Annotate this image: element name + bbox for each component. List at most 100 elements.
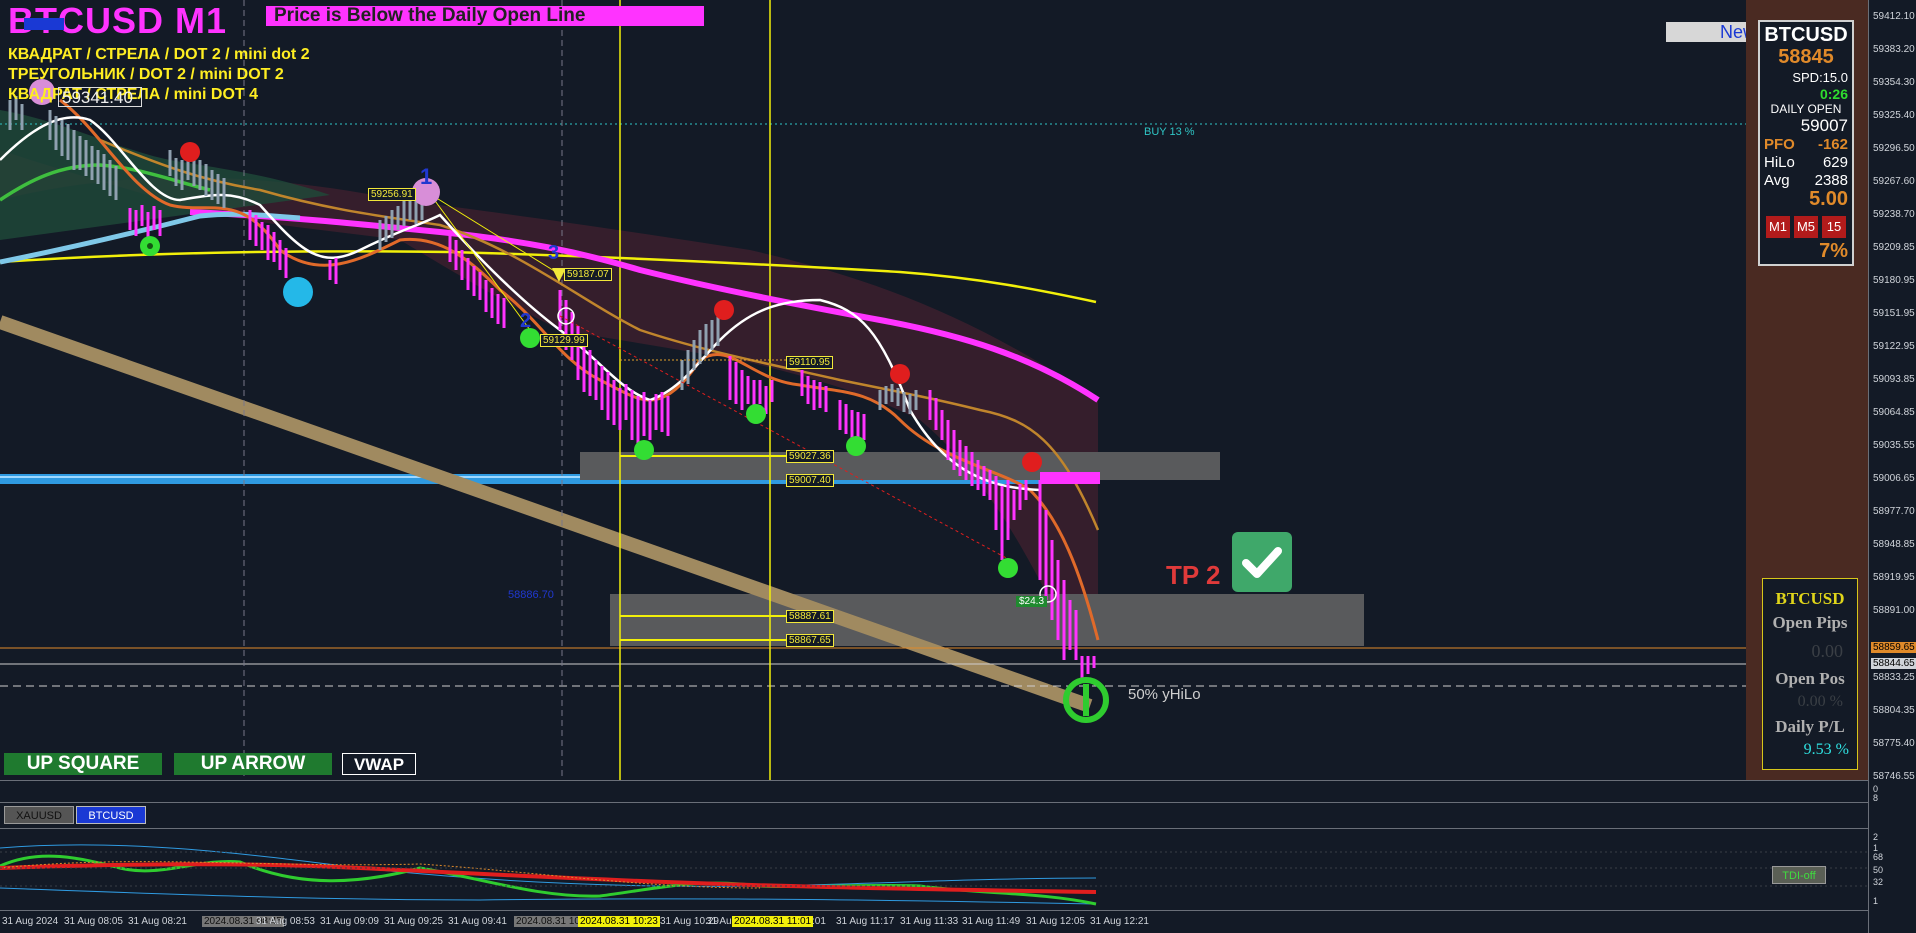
price-tick: 58746.55: [1873, 771, 1915, 782]
up-square-button[interactable]: UP SQUARE: [4, 753, 162, 775]
sell-dot: [1022, 452, 1042, 472]
price-tick: 58948.85: [1873, 539, 1915, 550]
price-tick: 59064.85: [1873, 407, 1915, 418]
timeframe-m1-button[interactable]: M1: [1766, 216, 1790, 238]
info-hilo: 629: [1822, 154, 1848, 171]
price-axis: 59412.10 59383.20 59354.30 59325.40 5929…: [1868, 0, 1916, 933]
time-tick: 31 Aug 09:09: [320, 916, 379, 927]
time-tick: :01: [812, 916, 826, 927]
price-marker-cluster: [1040, 472, 1100, 484]
trading-terminal: 58886.70 BTCUSD M1 Price is Below the Da…: [0, 0, 1916, 933]
time-tick: 31 Aug 12:21: [1090, 916, 1149, 927]
price-tick: 59006.65: [1873, 473, 1915, 484]
price-tick: 59122.95: [1873, 341, 1915, 352]
price-tick: 59267.60: [1873, 176, 1915, 187]
orange-level-tick: 58859.65: [1871, 642, 1916, 653]
info-pfo: -162: [1817, 136, 1848, 153]
open-pips-value: 0.00: [1811, 641, 1844, 661]
price-label: 59007.40: [786, 474, 834, 487]
open-pos-label: Open Pos: [1775, 669, 1845, 688]
take-profit-label: TP 2: [1166, 560, 1221, 590]
yhilo-label: 50% yHiLo: [1128, 686, 1201, 703]
info-timer: 0:26: [1819, 86, 1848, 102]
info-panel: BTCUSD 58845 SPD:15.0 0:26 DAILY OPEN 59…: [1758, 20, 1854, 266]
open-pos-value: 0.00 %: [1797, 693, 1843, 710]
status-banner: Price is Below the Daily Open Line: [266, 6, 704, 26]
price-label: 58867.65: [786, 634, 834, 647]
timeframe-m5-button[interactable]: M5: [1794, 216, 1818, 238]
wave-number: 2: [520, 310, 532, 332]
panel-divider: [0, 780, 1868, 781]
info-spread: SPD:15.0: [1792, 70, 1848, 85]
info-ratio: 5.00: [1809, 188, 1848, 210]
demand-zone[interactable]: [610, 594, 1364, 646]
price-tick: 59238.70: [1873, 209, 1915, 220]
info-daily-open-label: DAILY OPEN: [1770, 102, 1842, 116]
price-tick: 59383.20: [1873, 44, 1915, 55]
time-tick: 31 Aug 08:05: [64, 916, 123, 927]
tdi-tick: 1: [1873, 896, 1879, 906]
info-percent: 7%: [1819, 240, 1848, 262]
price-tick: 58977.70: [1873, 506, 1915, 517]
tab-btcusd[interactable]: BTCUSD: [76, 806, 146, 824]
price-tick: 59180.95: [1873, 275, 1915, 286]
price-chart[interactable]: 58886.70: [0, 0, 1876, 780]
wave-number: 1: [420, 164, 433, 189]
open-pips-label: Open Pips: [1772, 613, 1848, 632]
price-label: 59129.99: [540, 334, 588, 347]
price-tick: 59151.95: [1873, 308, 1915, 319]
sell-dot: [714, 300, 734, 320]
info-symbol: BTCUSD: [1764, 24, 1848, 46]
crosshair-price-tag: 59341.40: [58, 87, 142, 107]
tdi-tick: 68: [1873, 852, 1884, 862]
current-price-tick: 58844.65: [1871, 658, 1916, 669]
time-tick-highlight: 2024.08.31 11:01: [732, 916, 814, 927]
time-tick: 2024.08.31 10:: [514, 916, 585, 927]
time-tick: 31 Aug 11:17: [836, 916, 895, 927]
tdi-oscillator[interactable]: [0, 828, 1868, 910]
price-label: 59027.36: [786, 450, 834, 463]
time-tick: 31 Aug 12:05: [1026, 916, 1085, 927]
panel-divider: [0, 910, 1868, 911]
vwap-button[interactable]: VWAP: [342, 753, 416, 775]
position-panel: BTCUSD Open Pips 0.00 Open Pos 0.00 % Da…: [1762, 578, 1858, 770]
buy-dot-large: [283, 277, 313, 307]
price-label: 59256.91: [368, 188, 416, 201]
tab-xauusd[interactable]: XAUUSD: [4, 806, 74, 824]
time-tick: 31 Aug 11:49: [962, 916, 1021, 927]
histogram-tick: 8: [1873, 793, 1879, 803]
buy-dot: [998, 558, 1018, 578]
price-label: 59187.07: [564, 268, 612, 281]
price-tick: 59354.30: [1873, 77, 1915, 88]
price-tick: 59093.85: [1873, 374, 1915, 385]
price-tick: 59209.85: [1873, 242, 1915, 253]
checkmark-icon: [1232, 532, 1292, 592]
price-tick: 59325.40: [1873, 110, 1915, 121]
pos-symbol: BTCUSD: [1775, 589, 1845, 608]
price-tick: 58804.35: [1873, 705, 1915, 716]
price-label: 58887.61: [786, 610, 834, 623]
buy-level-label: BUY 13 %: [1144, 126, 1195, 138]
tdi-toggle-button[interactable]: TDI-off: [1772, 866, 1826, 884]
price-tick: 58919.95: [1873, 572, 1915, 583]
up-arrow-button[interactable]: UP ARROW: [174, 753, 332, 775]
info-daily-open: 59007: [1800, 116, 1848, 135]
sell-dot: [890, 364, 910, 384]
time-tick: 31 Aug 09:41: [448, 916, 507, 927]
time-tick: 31 Aug 11:33: [900, 916, 959, 927]
price-tick: 59035.55: [1873, 440, 1915, 451]
tdi-tick: 32: [1873, 877, 1884, 887]
tdi-tick: 50: [1873, 865, 1884, 875]
price-tick: 58833.25: [1873, 672, 1915, 683]
timeframe-m15-button[interactable]: 15: [1822, 216, 1846, 238]
price-tick: 58891.00: [1873, 605, 1915, 616]
info-price: 58845: [1778, 46, 1834, 68]
time-tick: 31 Aug 08:21: [128, 916, 187, 927]
sell-dot: [180, 142, 200, 162]
buy-dot-center: [147, 243, 153, 249]
price-tick: 59296.50: [1873, 143, 1915, 154]
panel-divider: [0, 802, 1868, 803]
time-tick: 31 Aug 2024: [2, 916, 59, 927]
time-tick: 31 Au: [706, 916, 732, 927]
title-badge: [24, 18, 64, 30]
